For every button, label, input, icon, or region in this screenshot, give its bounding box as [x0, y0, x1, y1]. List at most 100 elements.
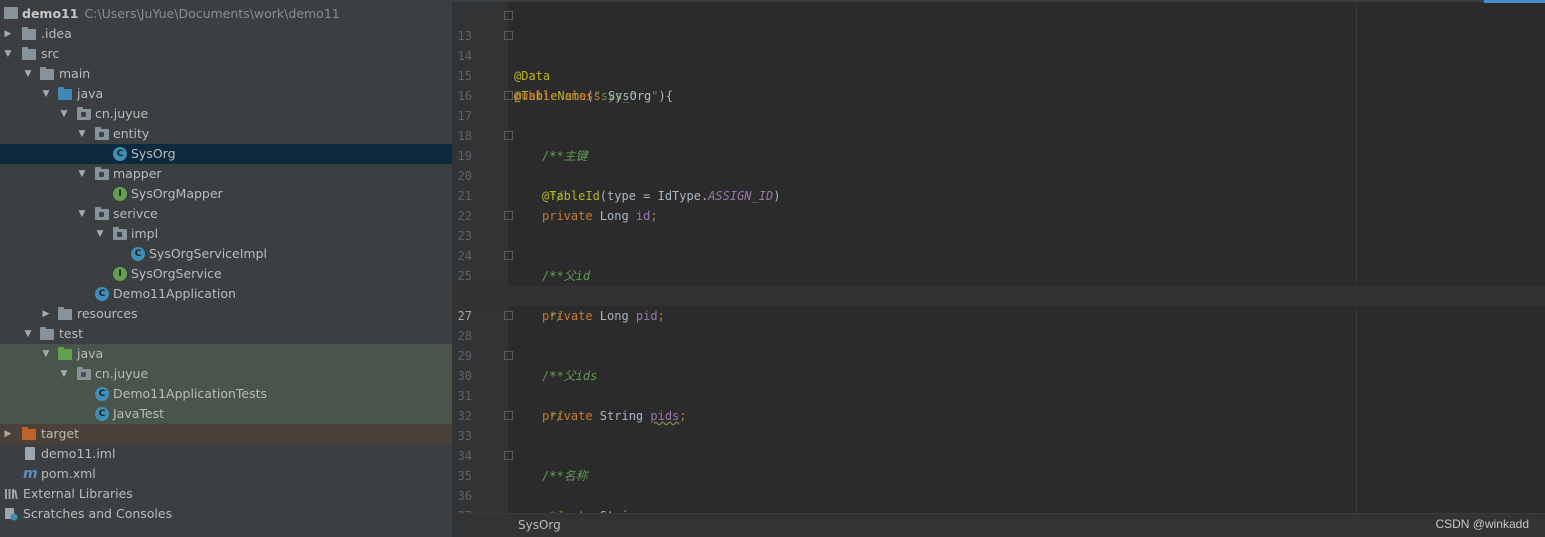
expand-arrow-icon[interactable]: ▶	[40, 304, 52, 324]
collapse-arrow-icon[interactable]: ▼	[40, 344, 52, 364]
collapse-arrow-icon[interactable]: ▼	[76, 204, 88, 224]
fold-marker-icon[interactable]	[504, 31, 513, 40]
code-line[interactable]: 28 /**	[452, 306, 1545, 383]
code-line[interactable]: 18 * 主键	[452, 106, 1545, 163]
collapse-arrow-icon[interactable]: ▼	[22, 64, 34, 84]
watermark-text: CSDN @winkadd	[1435, 517, 1529, 531]
tree-item-main[interactable]: ▼ main	[0, 64, 452, 84]
tree-item-label: test	[59, 326, 84, 341]
tree-item-label: JavaTest	[113, 406, 165, 421]
code-editor[interactable]: 13 @Data 14 @TableName("sys_org") 15 pub…	[452, 0, 1545, 537]
fold-marker-icon[interactable]	[504, 211, 513, 220]
code-line[interactable]: 33 /**	[452, 406, 1545, 483]
tree-item-label: entity	[113, 126, 150, 141]
collapse-arrow-icon[interactable]: ▼	[22, 324, 34, 344]
tree-item-package-mapper[interactable]: ▼ mapper	[0, 164, 452, 184]
code-line[interactable]: 25 */	[452, 246, 1545, 323]
collapse-arrow-icon[interactable]: ▼	[76, 124, 88, 144]
code-line[interactable]: 34 * 名称	[452, 426, 1545, 483]
tree-item-java-main[interactable]: ▼ java	[0, 84, 452, 104]
fold-marker-icon[interactable]	[504, 11, 513, 20]
code-line[interactable]: 30 */	[452, 346, 1545, 423]
tree-item-idea[interactable]: ▶ .idea	[0, 24, 452, 44]
tree-item-test[interactable]: ▼ test	[0, 324, 452, 344]
test-class-icon: C	[95, 407, 109, 421]
code-line[interactable]: 24 * 父id	[452, 226, 1545, 283]
tree-item-sysorgservice[interactable]: I SysOrgService	[0, 264, 452, 284]
code-line[interactable]: 16	[452, 66, 1545, 103]
collapse-arrow-icon[interactable]: ▼	[94, 224, 106, 244]
iml-file-icon	[25, 447, 35, 460]
code-line[interactable]: 15 public class SysOrg {	[452, 46, 1545, 103]
tree-item-package-serivce[interactable]: ▼ serivce	[0, 204, 452, 224]
code-line[interactable]: 37	[452, 486, 1545, 523]
tree-item-javatest[interactable]: C JavaTest	[0, 404, 452, 424]
tree-item-label: pom.xml	[41, 466, 96, 481]
fold-marker-icon[interactable]	[504, 351, 513, 360]
tree-item-label: cn.juyue	[95, 366, 149, 381]
tree-item-package-cn-juyue[interactable]: ▼ cn.juyue	[0, 104, 452, 124]
tree-item-sysorgserviceimpl[interactable]: C SysOrgServiceImpl	[0, 244, 452, 264]
fold-marker-icon[interactable]	[504, 131, 513, 140]
tree-item-external-libraries[interactable]: External Libraries	[0, 484, 452, 504]
tree-item-label: cn.juyue	[95, 106, 149, 121]
package-icon	[95, 167, 109, 180]
tree-item-sysorg[interactable]: C SysOrg	[0, 144, 452, 164]
collapse-arrow-icon[interactable]: ▼	[2, 44, 14, 64]
code-line[interactable]: 17 /**	[452, 86, 1545, 163]
code-line[interactable]: 20 @TableId(type = IdType.ASSIGN_ID)	[452, 146, 1545, 203]
code-line[interactable]: 32	[452, 386, 1545, 423]
code-line[interactable]: 13 @Data	[452, 6, 1545, 83]
tree-item-test-package-cn-juyue[interactable]: ▼ cn.juyue	[0, 364, 452, 384]
code-line[interactable]: 21 private Long id;	[452, 166, 1545, 223]
tree-item-sysorgmapper[interactable]: I SysOrgMapper	[0, 184, 452, 204]
code-line[interactable]: 36 private String name;	[452, 466, 1545, 523]
code-line[interactable]: 14 @TableName("sys_org")	[452, 26, 1545, 103]
tree-item-resources[interactable]: ▶ resources	[0, 304, 452, 324]
tree-item-demo11application[interactable]: C Demo11Application	[0, 284, 452, 304]
collapse-arrow-icon[interactable]: ▼	[58, 364, 70, 384]
fold-marker-icon[interactable]	[504, 311, 513, 320]
code-line[interactable]: 19 */	[452, 126, 1545, 203]
code-line[interactable]: 29 * 父ids	[452, 326, 1545, 383]
tree-item-label: SysOrgService	[131, 266, 222, 281]
code-line[interactable]: 23 /**	[452, 206, 1545, 283]
breadcrumb-item-sysorg[interactable]: SysOrg	[518, 514, 561, 537]
collapse-arrow-icon[interactable]: ▼	[40, 84, 52, 104]
fold-marker-icon[interactable]	[504, 251, 513, 260]
tree-item-package-impl[interactable]: ▼ impl	[0, 224, 452, 244]
module-folder-icon	[4, 7, 18, 19]
collapse-arrow-icon[interactable]: ▼	[58, 104, 70, 124]
code-line[interactable]: 26 private Long pid;	[452, 266, 1545, 323]
class-icon: C	[131, 247, 145, 261]
expand-arrow-icon[interactable]: ▶	[2, 424, 14, 444]
interface-icon: I	[113, 267, 127, 281]
project-root-path: C:\Users\JuYue\Documents\work\demo11	[84, 6, 340, 21]
code-line[interactable]: 22	[452, 186, 1545, 223]
folder-icon	[22, 47, 36, 60]
scratches-icon	[4, 507, 18, 521]
tree-root[interactable]: demo11 C:\Users\JuYue\Documents\work\demo…	[0, 4, 452, 24]
tree-item-target[interactable]: ▶ target	[0, 424, 452, 444]
tree-item-demo11-iml[interactable]: demo11.iml	[0, 444, 452, 464]
collapse-arrow-icon[interactable]: ▼	[76, 164, 88, 184]
fold-marker-icon[interactable]	[504, 91, 513, 100]
tree-item-scratches[interactable]: Scratches and Consoles	[0, 504, 452, 524]
code-line[interactable]: 35 */	[452, 446, 1545, 523]
fold-marker-icon[interactable]	[504, 411, 513, 420]
code-line[interactable]: 31 private String pids;	[452, 366, 1545, 423]
code-line-current[interactable]: 27	[452, 286, 1545, 323]
tree-item-pom-xml[interactable]: m pom.xml	[0, 464, 452, 484]
tree-item-java-test[interactable]: ▼ java	[0, 344, 452, 364]
tree-item-label: src	[41, 46, 60, 61]
interface-icon: I	[113, 187, 127, 201]
tree-item-src[interactable]: ▼ src	[0, 44, 452, 64]
tree-item-label: SysOrg	[131, 146, 176, 161]
expand-arrow-icon[interactable]: ▶	[2, 24, 14, 44]
fold-marker-icon[interactable]	[504, 451, 513, 460]
tree-item-label: impl	[131, 226, 159, 241]
tree-item-demo11applicationtests[interactable]: C Demo11ApplicationTests	[0, 384, 452, 404]
tree-item-label: Demo11ApplicationTests	[113, 386, 268, 401]
editor-breadcrumb-bar: SysOrg CSDN @winkadd	[452, 513, 1545, 537]
tree-item-package-entity[interactable]: ▼ entity	[0, 124, 452, 144]
